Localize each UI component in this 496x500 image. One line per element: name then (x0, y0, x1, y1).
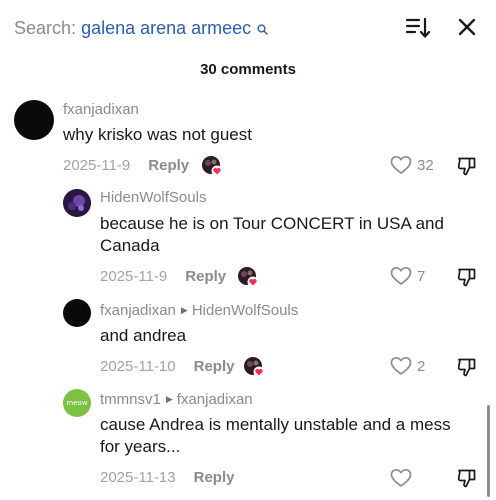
dislike-button[interactable] (456, 356, 478, 378)
dislike-button[interactable] (456, 467, 478, 489)
avatar[interactable] (63, 299, 91, 327)
comment-date: 2025-11-13 (100, 469, 176, 486)
reply-button[interactable]: Reply (194, 358, 235, 375)
sort-button[interactable] (404, 14, 432, 42)
dislike-button[interactable] (456, 155, 478, 177)
reply-button[interactable]: Reply (148, 157, 189, 174)
comment-meta: 2025-11-13 Reply (100, 469, 234, 487)
thumbs-down-icon (457, 469, 476, 488)
comment-date: 2025-11-9 (100, 268, 168, 285)
heart-outline-icon (390, 356, 412, 375)
heart-outline-icon (390, 468, 412, 487)
comment-text-line-1: because he is on Tour CONCERT in USA and (100, 214, 444, 233)
sort-icon (405, 17, 431, 38)
comment-text-line-1: cause Andrea is mentally unstable and a … (100, 415, 451, 434)
avatar[interactable] (63, 189, 91, 217)
reply-arrow-icon: ▶ (180, 305, 188, 315)
search-query: galena arena armeec (81, 18, 252, 38)
reply-arrow-icon: ▶ (165, 394, 173, 404)
comments-count: 30 comments (200, 61, 296, 78)
scrollbar[interactable] (487, 405, 490, 497)
search-query-bar[interactable]: Search: galena arena armeec (14, 17, 268, 40)
comment-text-line-2: for years... (100, 437, 181, 456)
comment-text-line-2: Canada (100, 236, 160, 255)
like-button[interactable]: 7 (390, 265, 425, 287)
comment-username[interactable]: HidenWolfSouls (100, 189, 206, 207)
comment-username-line: tmmnsv1 ▶ fxanjadixan (100, 390, 253, 409)
reply-to-username[interactable]: fxanjadixan (177, 391, 253, 408)
search-icon (257, 18, 268, 40)
reply-button[interactable]: Reply (185, 268, 226, 285)
thumbs-down-icon (457, 358, 476, 377)
comment-username-line: fxanjadixan ▶ HidenWolfSouls (100, 301, 298, 320)
comment-text: why krisko was not guest (63, 125, 252, 144)
thumbs-down-icon (457, 268, 476, 287)
close-button[interactable] (454, 14, 482, 42)
creator-liked-avatar (201, 155, 223, 177)
like-count: 2 (417, 357, 426, 375)
comment-meta: 2025-11-10 Reply (100, 358, 234, 376)
like-count: 32 (417, 156, 434, 174)
like-button[interactable] (390, 467, 417, 489)
reply-to-username[interactable]: HidenWolfSouls (192, 302, 298, 319)
comment-username[interactable]: tmmnsv1 (100, 391, 161, 408)
like-count: 7 (417, 267, 426, 285)
avatar[interactable] (14, 100, 54, 140)
avatar[interactable]: meow (63, 389, 91, 417)
dislike-button[interactable] (456, 266, 478, 288)
like-button[interactable]: 32 (390, 154, 434, 176)
comment-text: and andrea (100, 326, 187, 345)
search-label: Search: (14, 18, 77, 38)
like-button[interactable]: 2 (390, 355, 425, 377)
thumbs-down-icon (457, 157, 476, 176)
creator-liked-avatar (243, 356, 265, 378)
heart-outline-icon (390, 266, 412, 285)
comment-username[interactable]: fxanjadixan (63, 101, 139, 119)
comments-header: Search: galena arena armeec (0, 0, 496, 56)
close-icon (458, 18, 476, 36)
avatar-text: meow (66, 399, 88, 407)
heart-outline-icon (390, 155, 412, 174)
comment-username[interactable]: fxanjadixan (100, 302, 176, 319)
creator-liked-avatar (237, 266, 259, 288)
reply-button[interactable]: Reply (194, 469, 235, 486)
comment-meta: 2025-11-9 Reply (63, 157, 189, 175)
comment-date: 2025-11-10 (100, 358, 176, 375)
comment-date: 2025-11-9 (63, 157, 131, 174)
comment-meta: 2025-11-9 Reply (100, 268, 226, 286)
